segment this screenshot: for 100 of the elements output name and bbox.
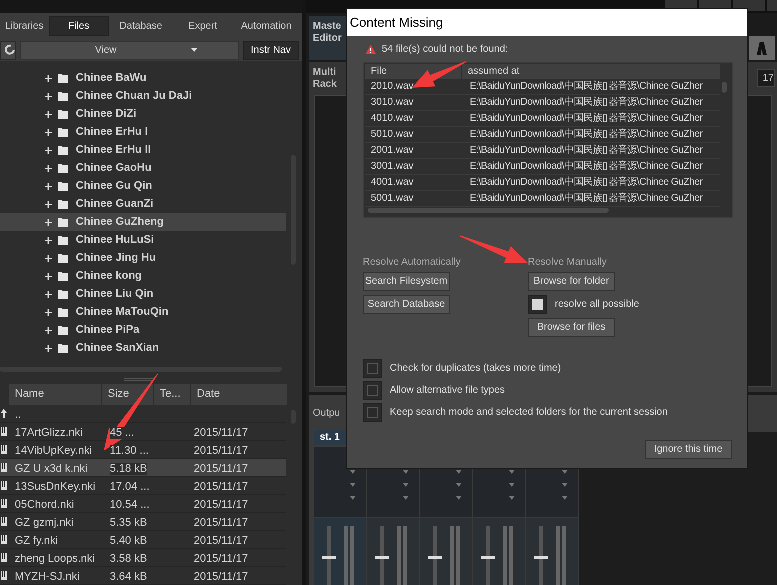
folder-label[interactable]: Chinee ErHu I <box>76 124 148 141</box>
dialog-button[interactable]: Browse for folder <box>528 272 615 291</box>
file-row[interactable]: 05Chord.nki 10.54 ... 2015/11/17 <box>0 495 286 513</box>
table-cell-text: 3010.wav <box>370 96 415 110</box>
level-meter <box>350 526 354 585</box>
tree-row[interactable]: Chinee Gu Qin <box>0 177 286 196</box>
checkbox[interactable] <box>363 381 382 400</box>
scrollbar-thumb[interactable] <box>722 82 727 93</box>
table-cell: 2015/11/17 <box>194 552 248 564</box>
folder-label[interactable]: Chinee SanXian <box>76 340 160 357</box>
fader-thumb[interactable] <box>534 556 548 559</box>
checkbox-label: resolve all possible <box>555 298 640 312</box>
master-editor-button[interactable]: Maste Editor <box>309 16 349 60</box>
tree-row[interactable]: Chinee Jing Hu <box>0 249 286 268</box>
browser-tab[interactable]: Files <box>49 16 109 36</box>
tree-row[interactable]: Chinee DiZi <box>0 105 286 124</box>
folder-label[interactable]: Chinee GaoHu <box>76 160 152 177</box>
folder-label[interactable]: Chinee Liu Qin <box>76 286 154 303</box>
table-cell-text: E:\BaiduYunDownload\中国民族▯器音源\Chinee GuZher <box>469 96 703 110</box>
table-cell: 05Chord.nki <box>15 498 74 510</box>
file-row[interactable]: GZ gzmj.nki 5.35 kB 2015/11/17 <box>0 513 286 531</box>
checkbox-label: Check for duplicates (takes more time) <box>390 362 562 376</box>
file-row[interactable]: GZ U x3d k.nki 5.18 kB 2015/11/17 <box>0 459 286 477</box>
table-cell: 2015/11/17 <box>194 462 248 474</box>
ignore-button[interactable]: Ignore this time <box>645 440 732 459</box>
table-cell: GZ fy.nki <box>15 534 58 546</box>
horizontal-scrollbar[interactable] <box>368 208 609 213</box>
table-cell-text: 2001.wav <box>370 144 415 158</box>
table-cell: 5.18 kB <box>110 462 148 474</box>
section-label: Resolve Manually <box>528 256 608 268</box>
tree-row[interactable]: Chinee BaWu <box>0 69 286 88</box>
tree-row[interactable]: Chinee ErHu II <box>0 141 286 160</box>
tree-row[interactable]: Chinee HuLuSi <box>0 231 286 250</box>
view-dropdown[interactable]: View <box>20 40 239 60</box>
fader-thumb[interactable] <box>375 556 389 559</box>
tree-row[interactable]: Chinee GuZheng <box>0 213 286 232</box>
tree-row[interactable]: Chinee SanXian <box>0 339 286 358</box>
table-cell-text: E:\BaiduYunDownload\中国民族▯器音源\Chinee GuZher <box>469 128 703 142</box>
browser-tab[interactable]: Automation <box>233 16 300 36</box>
level-meter <box>450 526 454 585</box>
fader-thumb[interactable] <box>322 556 336 559</box>
tree-row[interactable]: Chinee Chuan Ju DaJi <box>0 87 286 106</box>
table-cell: 2015/11/17 <box>194 534 248 546</box>
level-meter <box>562 526 566 585</box>
logo-button[interactable] <box>749 36 775 60</box>
folder-label[interactable]: Chinee MaTouQin <box>76 304 169 321</box>
file-row[interactable]: zheng Loops.nki 3.58 kB 2015/11/17 <box>0 549 286 567</box>
tree-row[interactable]: Chinee ErHu I <box>0 123 286 142</box>
browser-tab[interactable]: Libraries <box>0 16 49 36</box>
output-tab[interactable]: st. 1 <box>314 430 346 445</box>
tree-row[interactable]: Chinee MaTouQin <box>0 303 286 322</box>
table-cell: 5.40 kB <box>110 534 148 546</box>
folder-label[interactable]: Chinee PiPa <box>76 322 140 339</box>
warning-message: 54 file(s) could not be found: <box>382 42 508 56</box>
dialog-button[interactable]: Search Filesystem <box>363 272 450 291</box>
folder-label[interactable]: Chinee Jing Hu <box>76 250 156 267</box>
horizontal-scrollbar[interactable] <box>0 367 282 372</box>
file-row[interactable]: MYZH-SJ.nki 3.64 kB 2015/11/17 <box>0 567 286 585</box>
folder-label[interactable]: Chinee ErHu II <box>76 142 152 159</box>
dropdown-arrow-icon <box>191 48 198 52</box>
folder-label[interactable]: Chinee GuanZi <box>76 196 154 213</box>
file-row[interactable]: GZ fy.nki 5.40 kB 2015/11/17 <box>0 531 286 549</box>
browser-tab[interactable]: Expert <box>173 16 233 36</box>
up-arrow-icon <box>1 409 7 418</box>
tree-row[interactable]: Chinee GaoHu <box>0 159 286 178</box>
column-header[interactable]: assumed at <box>462 64 720 79</box>
folder-label[interactable]: Chinee kong <box>76 268 142 285</box>
annotation-arrow <box>412 62 466 88</box>
tree-row[interactable]: Chinee GuanZi <box>0 195 286 214</box>
column-header[interactable]: Size <box>102 384 153 405</box>
instr-nav-button[interactable]: Instr Nav <box>243 40 299 60</box>
level-meter <box>503 526 507 585</box>
folder-label[interactable]: Chinee Chuan Ju DaJi <box>76 88 192 105</box>
dialog-button[interactable]: Browse for files <box>528 318 615 337</box>
table-cell: GZ U x3d k.nki <box>15 462 88 474</box>
folder-label[interactable]: Chinee HuLuSi <box>76 232 154 249</box>
folder-label[interactable]: Chinee Gu Qin <box>76 178 152 195</box>
folder-label[interactable]: Chinee BaWu <box>76 70 147 87</box>
table-cell-text: 3001.wav <box>370 160 415 174</box>
fader-thumb[interactable] <box>428 556 442 559</box>
level-meter <box>344 526 348 585</box>
file-row[interactable]: 13SusDnKey.nki 17.04 ... 2015/11/17 <box>0 477 286 495</box>
checkbox[interactable] <box>363 403 382 422</box>
browser-tab[interactable]: Database <box>109 16 173 36</box>
dropdown-arrow-icon <box>456 483 462 487</box>
tree-row[interactable]: Chinee Liu Qin <box>0 285 286 304</box>
dialog-button[interactable]: Search Database <box>363 295 450 314</box>
folder-label[interactable]: Chinee GuZheng <box>76 214 164 231</box>
column-header[interactable]: Name <box>9 384 101 405</box>
table-cell: 3.58 kB <box>110 552 148 564</box>
column-header[interactable]: Date <box>191 384 287 405</box>
column-header[interactable]: Te... <box>154 384 190 405</box>
tree-row[interactable]: Chinee PiPa <box>0 321 286 340</box>
checkbox[interactable] <box>528 295 547 314</box>
refresh-button[interactable] <box>0 40 16 60</box>
tree-row[interactable]: Chinee kong <box>0 267 286 286</box>
folder-label[interactable]: Chinee DiZi <box>76 106 137 123</box>
checkbox[interactable] <box>363 359 382 378</box>
fader-thumb[interactable] <box>481 556 495 559</box>
table-cell: 3.64 kB <box>110 570 148 582</box>
